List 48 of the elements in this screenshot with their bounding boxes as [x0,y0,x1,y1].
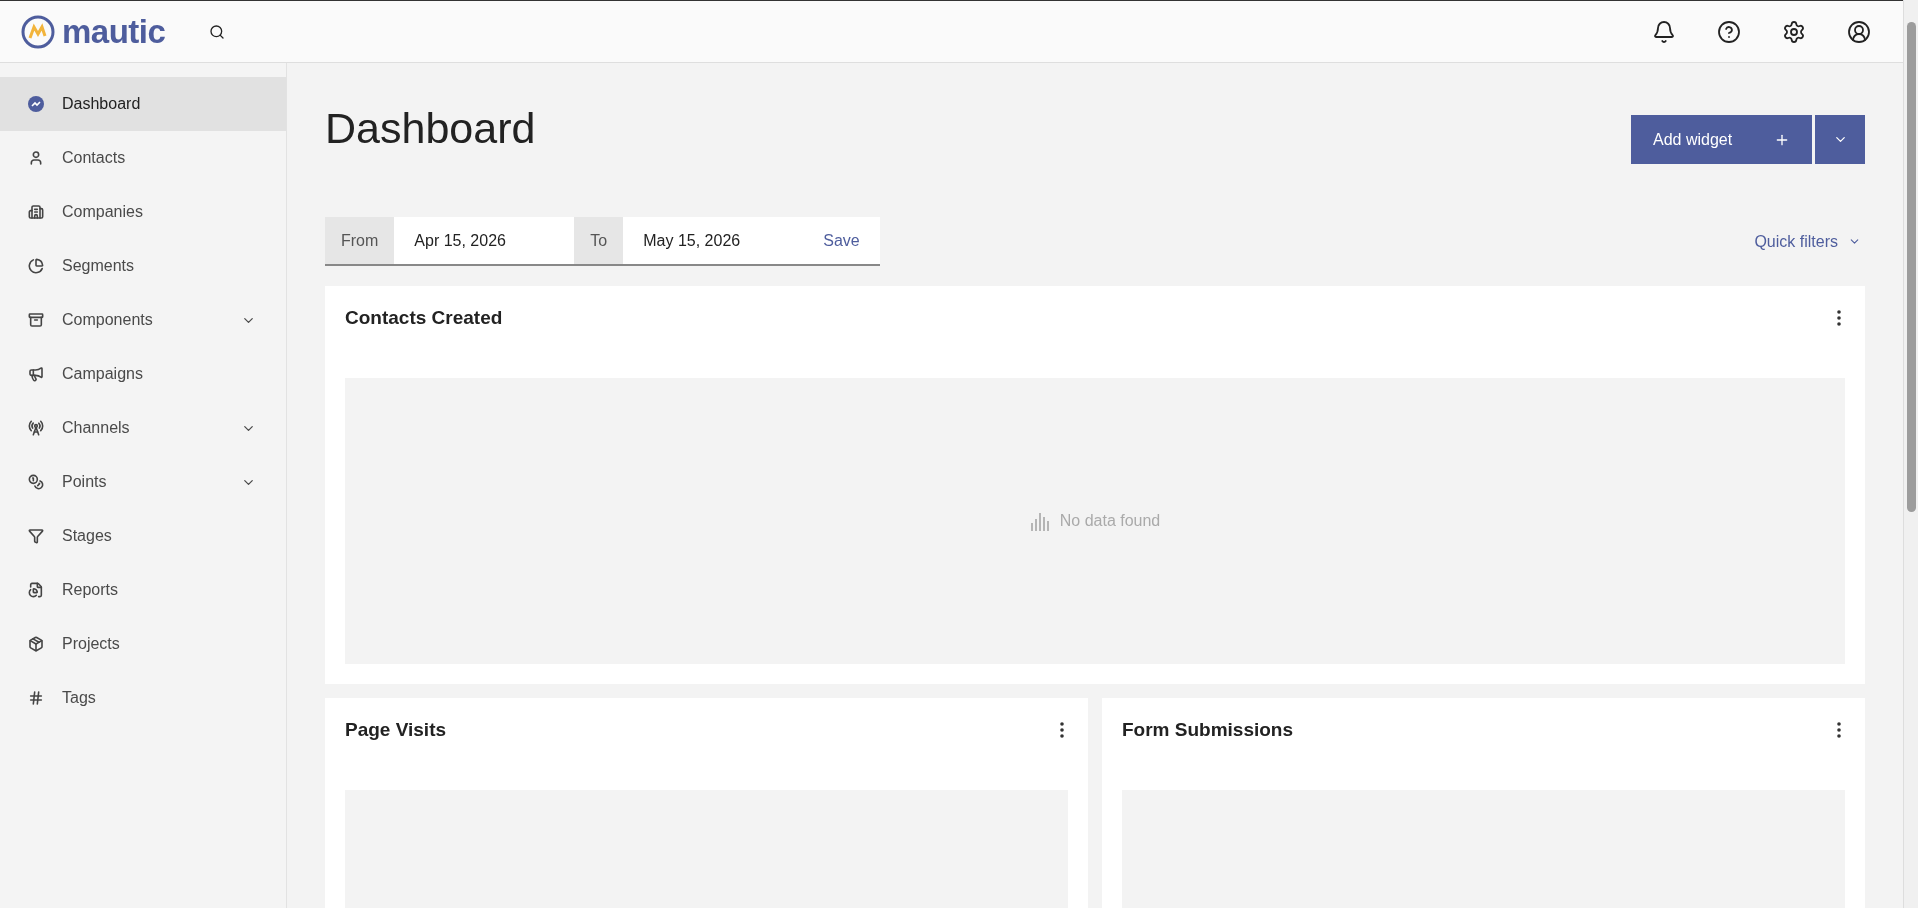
coins-icon [28,474,44,490]
to-label: To [574,217,624,264]
hash-icon [28,690,44,706]
radio-tower-icon [28,420,44,436]
more-icon [1060,722,1064,738]
scrollbar[interactable] [1903,0,1918,908]
logo-icon [20,13,56,50]
from-label: From [325,217,395,264]
more-icon [1837,310,1841,326]
bar-chart-icon [1029,511,1052,531]
settings-icon [1782,19,1806,44]
widget-title: Form Submissions [1122,719,1294,741]
sidebar-item[interactable]: Segments [0,239,286,293]
sidebar-item[interactable]: Points [0,455,286,509]
sidebar-item[interactable]: Contacts [0,131,286,185]
help-icon [1717,19,1741,44]
funnel-icon [28,528,44,544]
user-icon [1847,19,1871,44]
sidebar-item[interactable]: Reports [0,563,286,617]
building-icon [28,204,44,220]
sidebar-item[interactable]: Stages [0,509,286,563]
widget-title: Contacts Created [345,307,503,329]
from-date-field[interactable]: Apr 15, 2026 [394,217,575,264]
more-icon [1837,722,1841,738]
sidebar-item[interactable]: Dashboard [0,77,286,131]
sidebar-item[interactable]: Companies [0,185,286,239]
pie-chart-icon [28,258,44,274]
sidebar-item[interactable]: Campaigns [0,347,286,401]
page-title: Dashboard [325,103,536,154]
archive-icon [28,312,44,328]
sidebar-item[interactable]: Tags [0,671,286,725]
person-icon [28,150,44,166]
quick-filters-button[interactable]: Quick filters [1750,232,1865,251]
empty-message: No data found [1059,512,1161,530]
package-icon [28,636,44,652]
megaphone-icon [28,366,44,382]
logo-text: mautic [62,12,166,51]
search-icon [209,23,226,40]
report-icon [28,582,44,598]
add-widget-button[interactable]: Add widget [1631,115,1812,164]
trend-icon [28,96,44,112]
bell-icon [1652,19,1676,44]
to-date-field[interactable]: May 15, 2026 [623,217,804,264]
save-button[interactable]: Save [803,217,880,264]
sidebar-item[interactable]: Channels [0,401,286,455]
sidebar-item[interactable]: Projects [0,617,286,671]
widget-title: Page Visits [345,719,447,741]
sidebar-item[interactable]: Components [0,293,286,347]
